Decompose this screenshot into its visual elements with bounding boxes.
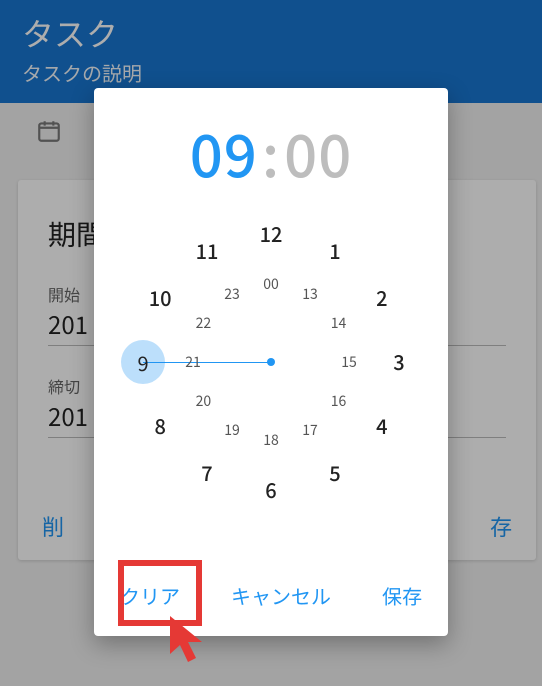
clock-hour-2[interactable]: 2 (367, 283, 397, 313)
clock-hour-18[interactable]: 18 (256, 425, 286, 455)
clock-hour-6[interactable]: 6 (256, 475, 286, 505)
clock-hour-10[interactable]: 10 (145, 283, 175, 313)
clock-hour-16[interactable]: 16 (324, 386, 354, 416)
clock-hour-1[interactable]: 1 (320, 236, 350, 266)
clock-hour-13[interactable]: 13 (295, 279, 325, 309)
clock-center-dot (267, 358, 275, 366)
clock-hour-11[interactable]: 11 (192, 236, 222, 266)
clock-hour-22[interactable]: 22 (188, 308, 218, 338)
dialog-save-button[interactable]: 保存 (382, 581, 422, 610)
clock-hour-20[interactable]: 20 (188, 386, 218, 416)
cancel-button[interactable]: キャンセル (231, 581, 331, 610)
clock-face[interactable]: 9 12123456781011001314151617181920212223 (121, 212, 421, 512)
clock-selected-hour[interactable]: 9 (121, 340, 165, 384)
clock-hour-12[interactable]: 12 (256, 219, 286, 249)
clock-hour-14[interactable]: 14 (324, 308, 354, 338)
annotation-cursor-icon (168, 614, 218, 668)
clock-hour-21[interactable]: 21 (178, 347, 208, 377)
clock-hour-23[interactable]: 23 (217, 279, 247, 309)
clock-hour-4[interactable]: 4 (367, 411, 397, 441)
time-minute[interactable]: 00 (284, 110, 352, 194)
clock-hour-17[interactable]: 17 (295, 415, 325, 445)
clock-hour-5[interactable]: 5 (320, 458, 350, 488)
time-display: 09:00 (94, 110, 448, 194)
clock-hour-3[interactable]: 3 (384, 347, 414, 377)
clock-hour-19[interactable]: 19 (217, 415, 247, 445)
clock-hour-8[interactable]: 8 (145, 411, 175, 441)
clock-hour-7[interactable]: 7 (192, 458, 222, 488)
time-picker-dialog: 09:00 9 12123456781011001314151617181920… (94, 88, 448, 636)
clock-hour-15[interactable]: 15 (334, 347, 364, 377)
clock-hour-00[interactable]: 00 (256, 269, 286, 299)
time-colon: : (262, 110, 280, 194)
time-hour[interactable]: 09 (190, 110, 258, 194)
